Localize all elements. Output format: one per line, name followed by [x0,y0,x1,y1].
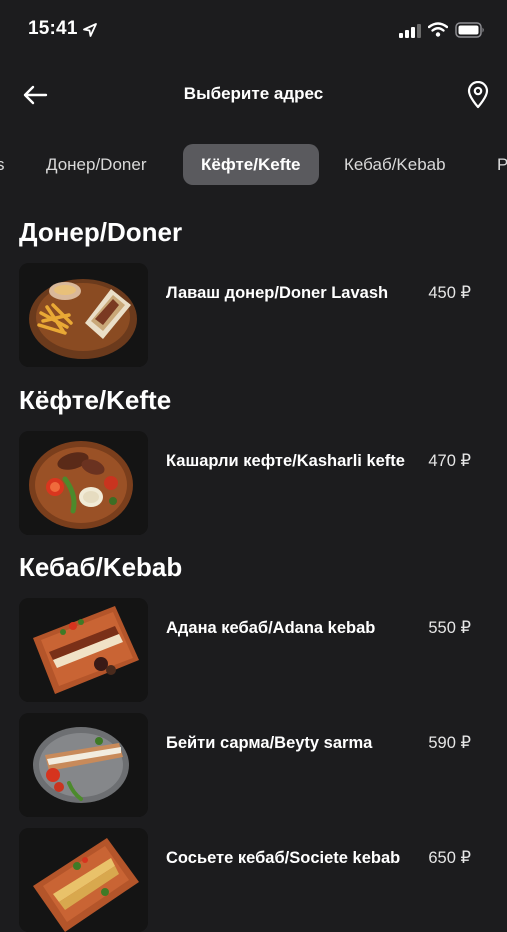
item-price: 450 ₽ [428,284,471,302]
item-price: 470 ₽ [428,452,471,470]
page-title[interactable]: Выберите адрес [0,84,507,104]
dish-photo [19,598,148,702]
item-price: 590 ₽ [428,734,471,752]
menu-item-kasharli-kefte[interactable]: Кашарли кефте/Kasharli kefte 470 ₽ [19,431,489,535]
item-name: Сосьете кебаб/Societe kebab [166,849,401,867]
dish-photo [19,713,148,817]
tab-doner[interactable]: Донер/Doner [46,144,146,185]
wifi-icon [428,22,448,37]
menu-item-adana-kebab[interactable]: Адана кебаб/Adana kebab 550 ₽ [19,598,489,702]
item-price: 650 ₽ [428,849,471,867]
item-price: 550 ₽ [428,619,471,637]
tab-kefte[interactable]: Кёфте/Kefte [183,144,319,185]
menu-item-beyty-sarma[interactable]: Бейти сарма/Beyty sarma 590 ₽ [19,713,489,817]
dish-photo [19,828,148,932]
item-name: Бейти сарма/Beyty sarma [166,734,373,752]
section-title-kebab: Кебаб/Kebab [19,552,183,582]
status-time: 15:41 [28,18,78,39]
tab-kebab[interactable]: Кебаб/Kebab [344,144,446,185]
section-title-kefte: Кёфте/Kefte [19,385,172,415]
menu-item-societe-kebab[interactable]: Сосьете кебаб/Societe kebab 650 ₽ [19,828,489,932]
battery-icon [455,22,484,38]
category-tabs: s Донер/Doner Кёфте/Kefte Кебаб/Kebab P [0,140,507,190]
status-bar: 15:41 [0,0,507,60]
tab-partial-right[interactable]: P [497,144,507,185]
menu-item-doner-lavash[interactable]: Лаваш донер/Doner Lavash 450 ₽ [19,263,489,367]
section-title-doner: Донер/Doner [19,217,183,247]
cellular-signal-icon [399,24,421,38]
dish-photo [19,431,148,535]
location-button[interactable] [462,78,494,112]
tab-partial-left[interactable]: s [0,144,5,185]
item-name: Лаваш донер/Doner Lavash [166,284,389,302]
map-pin-icon [467,81,489,109]
location-arrow-icon [83,23,97,37]
dish-photo [19,263,148,367]
item-name: Адана кебаб/Adana kebab [166,619,376,637]
item-name: Кашарли кефте/Kasharli kefte [166,452,405,470]
header: Выберите адрес [0,66,507,124]
